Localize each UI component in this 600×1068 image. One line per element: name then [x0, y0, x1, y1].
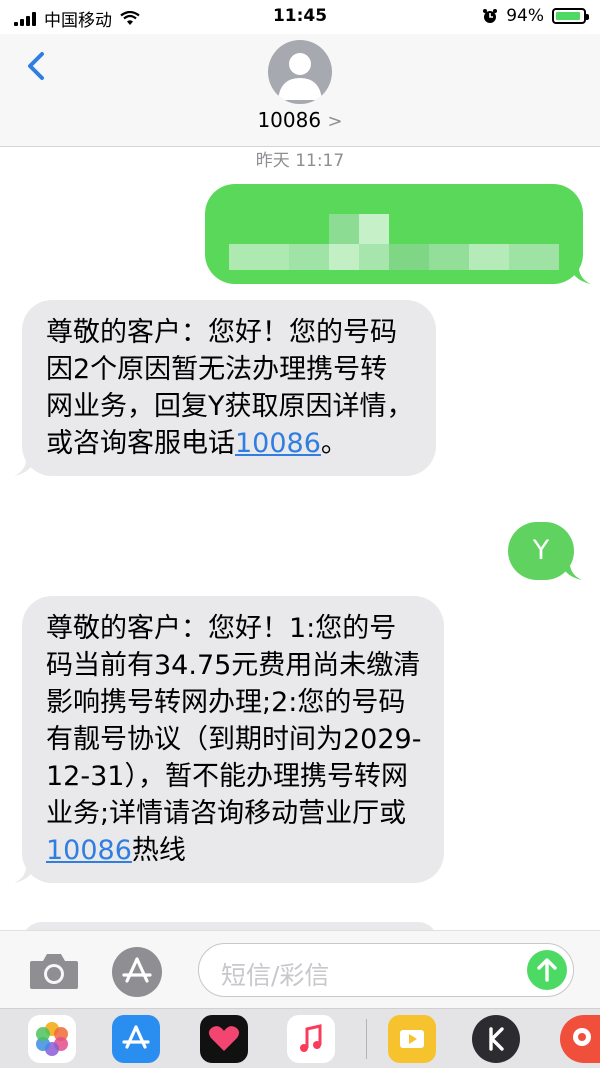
person-icon: [278, 53, 322, 100]
music-icon[interactable]: [287, 1015, 335, 1063]
status-right: 94%: [482, 6, 589, 26]
app-store-icon[interactable]: [112, 1015, 160, 1063]
imessage-app-drawer: [0, 1008, 600, 1068]
battery-fill: [556, 12, 580, 20]
message-text-end: 热线: [131, 835, 186, 866]
more-app-icon[interactable]: [560, 1015, 600, 1063]
phone-link[interactable]: 10086: [235, 428, 321, 459]
message-text: Y: [532, 535, 550, 566]
k-app-icon[interactable]: [472, 1015, 520, 1063]
send-button[interactable]: [527, 950, 567, 990]
avatar[interactable]: [268, 40, 332, 104]
outgoing-message-blurred[interactable]: [205, 184, 591, 284]
incoming-message[interactable]: 尊敬的客户：您好！1:您的号码当前有34.75元费用尚未缴清影响携号转网办理;2…: [14, 596, 444, 883]
dock-separator: [366, 1019, 367, 1059]
conversation-header: 10086 >: [0, 34, 600, 147]
chevron-right-icon: >: [327, 111, 343, 132]
send-arrow-icon: [537, 958, 557, 982]
message-text: 尊敬的客户：您好！1:您的号码当前有34.75元费用尚未缴清影响携号转网办理;2…: [46, 613, 422, 829]
contact-name-button[interactable]: 10086 >: [0, 108, 600, 132]
bubble-tail: [14, 454, 36, 476]
message-input[interactable]: 短信/彩信: [198, 943, 574, 997]
pixelation: [229, 214, 559, 274]
message-composer: 短信/彩信: [0, 930, 600, 1009]
bubble-tail: [14, 861, 36, 883]
battery-percent: 94%: [506, 6, 544, 26]
contact-name: 10086: [257, 108, 322, 132]
message-input-placeholder: 短信/彩信: [221, 961, 330, 990]
bubble-tail: [569, 262, 591, 284]
message-text: 尊敬的客户：您好！您的号码因2个原因暂无法办理携号转网业务，回复Y获取原因详情，…: [46, 317, 414, 459]
status-bar: 中国移动 11:45 94%: [0, 0, 600, 34]
heart-app-icon[interactable]: [200, 1015, 248, 1063]
video-app-icon[interactable]: [388, 1015, 436, 1063]
battery-icon: [552, 8, 589, 24]
outgoing-message[interactable]: Y: [508, 522, 582, 580]
incoming-message[interactable]: 尊敬的客户：您好！您的号码因2个原因暂无法办理携号转网业务，回复Y获取原因详情，…: [14, 300, 436, 476]
app-store-button[interactable]: [112, 947, 162, 997]
alarm-icon: [483, 9, 498, 23]
app-store-icon: [122, 957, 152, 983]
chevron-left-icon[interactable]: [18, 46, 58, 86]
camera-icon[interactable]: [28, 951, 80, 991]
message-timestamp: 昨天 11:17: [255, 151, 345, 171]
message-text-end: 。: [320, 428, 348, 459]
bubble-tail: [560, 558, 582, 580]
phone-link[interactable]: 10086: [46, 835, 132, 866]
photos-icon[interactable]: [28, 1015, 76, 1063]
